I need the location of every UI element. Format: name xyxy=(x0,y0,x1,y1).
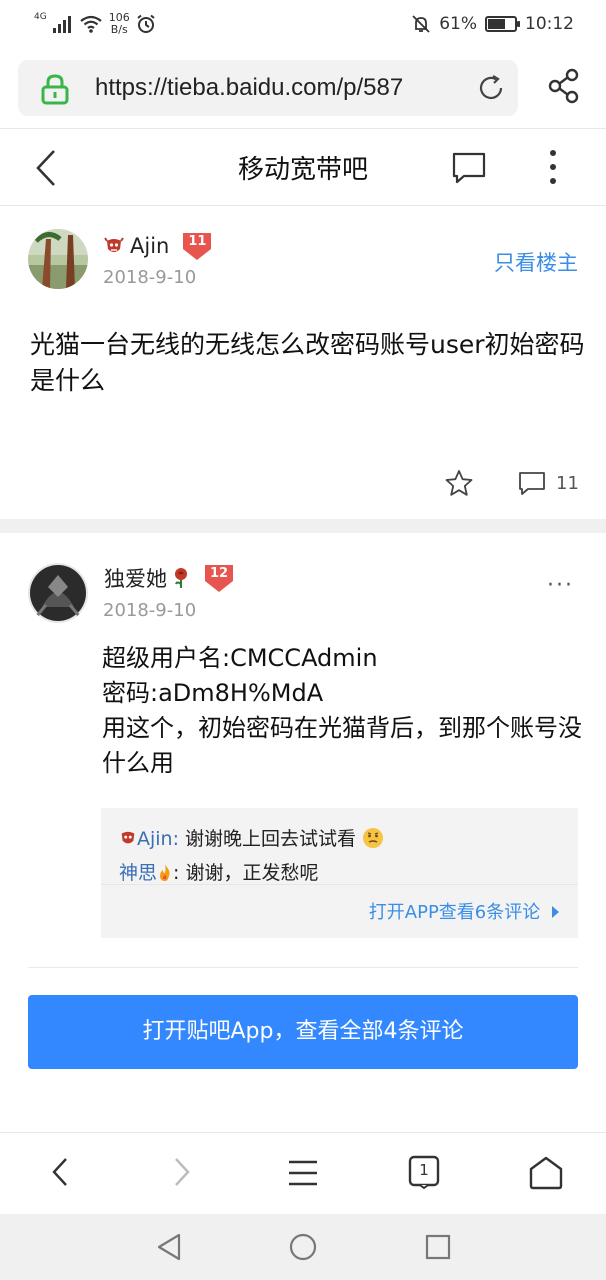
reply-separator xyxy=(28,967,578,968)
speed-unit: B/s xyxy=(110,23,128,36)
browser-bottom-bar: 1 xyxy=(0,1132,606,1214)
menu-icon[interactable] xyxy=(288,1159,318,1187)
author-name-row: Ajin 11 xyxy=(104,231,213,261)
tabs-count: 1 xyxy=(419,1161,429,1179)
sub-comment: 神思 : 谢谢，正发愁呢 xyxy=(119,858,318,885)
signal-icon xyxy=(52,16,71,33)
section-divider xyxy=(0,519,606,533)
sub-box-divider xyxy=(101,884,578,885)
reply-line-password: 密码:aDm8H%MdA xyxy=(102,679,324,707)
sub-comments-box[interactable]: Ajin: 谢谢晚上回去试试看 神思 : 谢谢，正发愁呢 打开APP查看6条评论 xyxy=(101,808,578,938)
sub-comment-author[interactable]: Ajin: xyxy=(137,828,179,850)
level-badge: 11 xyxy=(181,231,213,261)
system-navigation-bar xyxy=(0,1214,606,1280)
reply-content: 超级用户名:CMCCAdmin 密码:aDm8H%MdA 用这个，初始密码在光猫… xyxy=(102,641,586,781)
page-header: 移动宽带吧 xyxy=(0,128,606,206)
sub-comment-author[interactable]: 神思 xyxy=(119,862,157,884)
star-icon[interactable] xyxy=(444,469,474,497)
mask-icon xyxy=(121,831,135,844)
open-app-comments-link[interactable]: 打开APP查看6条评论 xyxy=(369,898,560,924)
battery-icon xyxy=(485,16,520,32)
avatar-image xyxy=(28,229,88,289)
network-speed: 106 B/s xyxy=(109,12,130,36)
open-app-comments-label: 打开APP查看6条评论 xyxy=(368,902,541,923)
network-type: 4G xyxy=(34,12,47,22)
reply-author-name[interactable]: 独爱她 xyxy=(104,563,167,593)
only-op-button[interactable]: 只看楼主 xyxy=(494,247,578,277)
alarm-icon xyxy=(137,14,155,33)
page-title: 移动宽带吧 xyxy=(237,155,368,185)
reply-level-number: 12 xyxy=(209,566,229,581)
home-icon[interactable] xyxy=(528,1155,564,1191)
post-date: 2018-9-10 xyxy=(103,267,197,288)
sub-comment-text: 谢谢晚上回去试试看 xyxy=(179,828,357,850)
level-number: 11 xyxy=(188,234,207,249)
triangle-right-icon xyxy=(552,906,559,918)
avatar-image xyxy=(28,563,88,623)
comment-count-icon[interactable] xyxy=(518,471,546,497)
open-app-button[interactable]: 打开贴吧App，查看全部4条评论 xyxy=(28,995,578,1069)
system-back-icon[interactable] xyxy=(155,1232,183,1262)
comment-icon[interactable] xyxy=(452,151,486,185)
sub-comment: Ajin: 谢谢晚上回去试试看 xyxy=(119,824,384,851)
reply-line-note: 用这个，初始密码在光猫背后，到那个账号没什么用 xyxy=(102,714,582,777)
status-right: 61% 10:12 xyxy=(411,10,574,38)
post-title: 光猫一台无线的无线怎么改密码账号user初始密码是什么 xyxy=(30,330,585,395)
browser-back-icon[interactable] xyxy=(50,1155,70,1189)
thinking-emoji-icon xyxy=(363,828,384,848)
rose-icon xyxy=(175,568,187,588)
system-recents-icon[interactable] xyxy=(425,1234,451,1260)
clock: 10:12 xyxy=(525,14,574,34)
reply-more-button[interactable]: ··· xyxy=(547,573,574,598)
comment-count: 11 xyxy=(556,473,579,494)
browser-toolbar: https://tieba.baidu.com/p/587 xyxy=(0,48,606,128)
status-bar: 4G 106 B/s 61% 10:12 xyxy=(0,0,606,48)
url-text[interactable]: https://tieba.baidu.com/p/587 xyxy=(95,74,461,102)
tabs-button[interactable]: 1 xyxy=(408,1155,440,1189)
author-avatar[interactable] xyxy=(28,229,88,289)
battery-percent: 61% xyxy=(439,14,477,34)
reply-line-username: 超级用户名:CMCCAdmin xyxy=(102,644,378,672)
reply-date: 2018-9-10 xyxy=(103,600,197,621)
reply-author-row: 独爱她 12 xyxy=(104,563,235,593)
mute-icon xyxy=(412,15,430,33)
mask-icon xyxy=(104,237,124,252)
author-name[interactable]: Ajin xyxy=(130,234,169,258)
reply-author-avatar[interactable] xyxy=(28,563,88,623)
battery-fill xyxy=(488,19,506,29)
share-icon[interactable] xyxy=(548,68,580,104)
reply-level-badge: 12 xyxy=(203,563,235,593)
wifi-icon xyxy=(80,15,102,33)
reload-icon[interactable] xyxy=(476,73,506,103)
lock-icon xyxy=(41,74,69,105)
reply-floor: 独爱她 12 2018-9-10 ··· 超级用户名:CMCCAdmin 密码:… xyxy=(0,533,606,973)
sub-comment-text: : 谢谢，正发愁呢 xyxy=(173,862,319,884)
fire-icon xyxy=(160,865,170,881)
status-left: 4G 106 B/s xyxy=(34,10,156,38)
system-home-icon[interactable] xyxy=(288,1232,318,1262)
address-bar[interactable]: https://tieba.baidu.com/p/587 xyxy=(18,60,518,116)
more-vertical-icon[interactable] xyxy=(546,149,560,185)
browser-forward-icon[interactable] xyxy=(172,1155,192,1189)
main-post: Ajin 11 2018-9-10 只看楼主 光猫一台无线的无线怎么改密码账号u… xyxy=(0,207,606,519)
